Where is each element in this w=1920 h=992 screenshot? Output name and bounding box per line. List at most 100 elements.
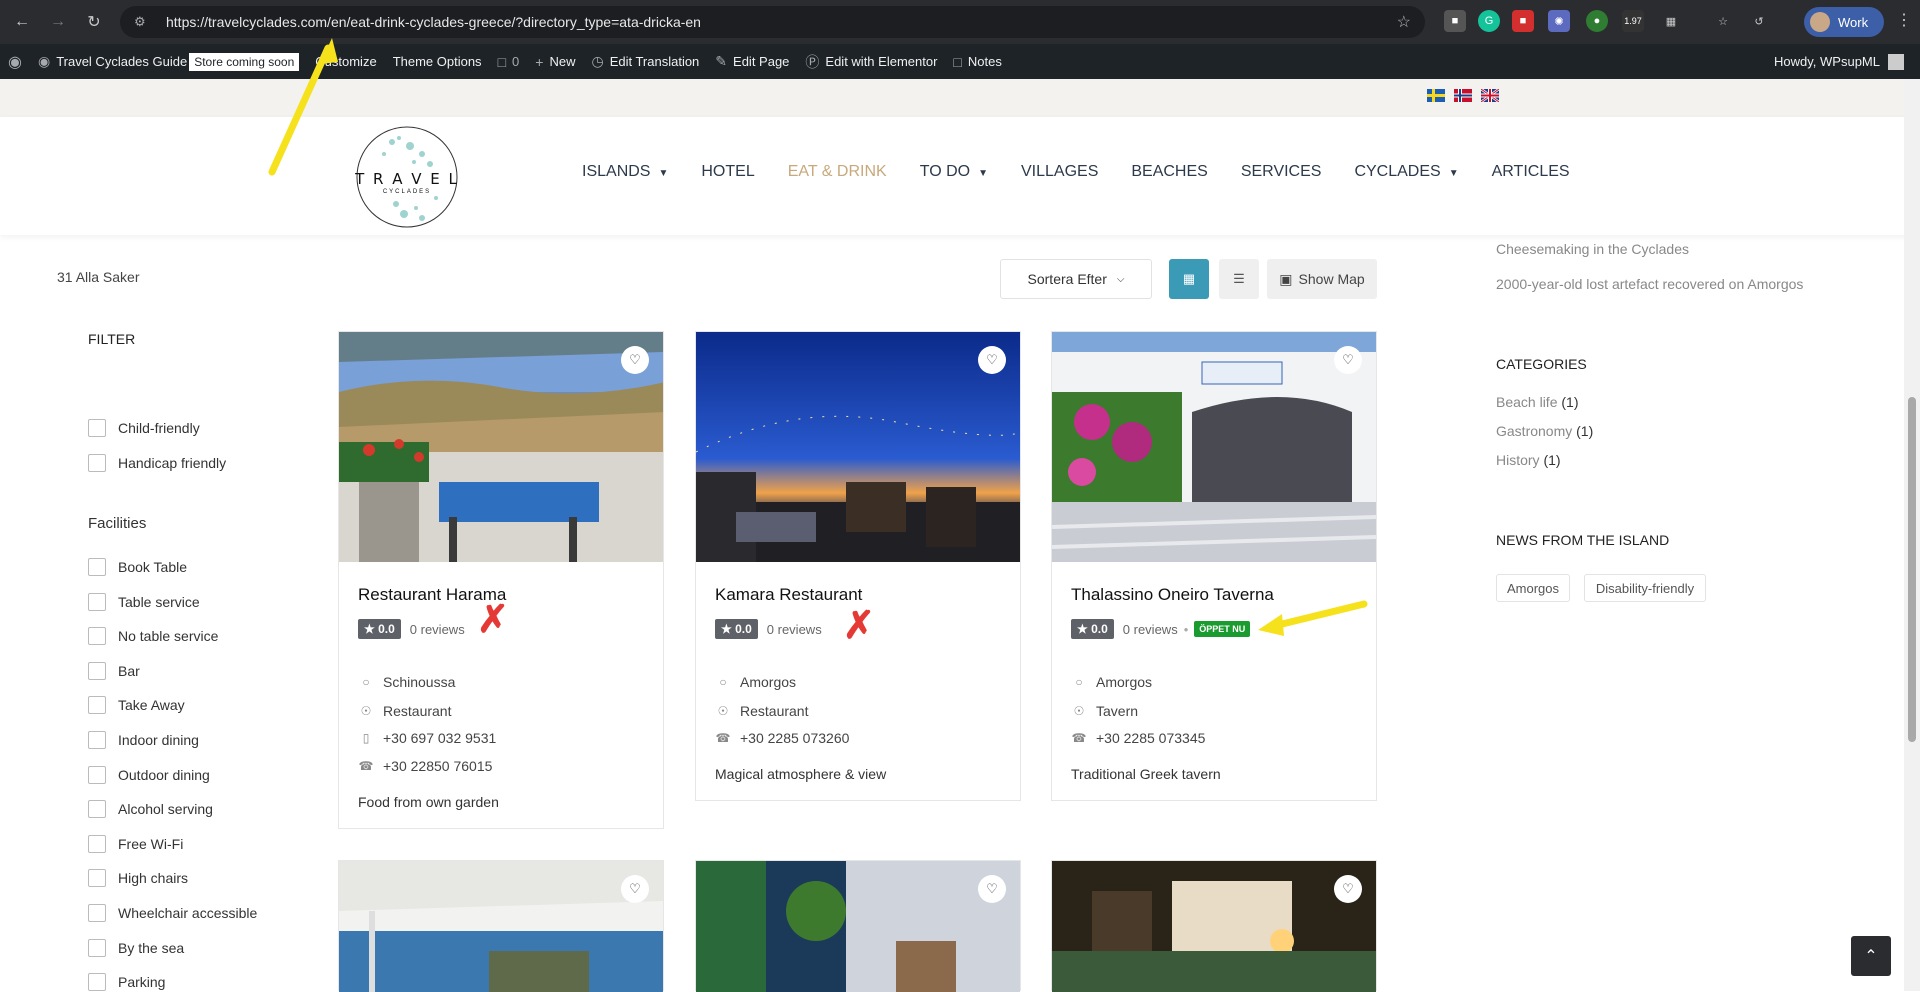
checkbox-box[interactable] (88, 938, 106, 957)
filter-checkbox[interactable]: Book Table (88, 558, 187, 576)
admin-site-name[interactable]: ◉ Travel Cyclades Guide Store coming soon (30, 44, 307, 79)
admin-edit-page[interactable]: ✎ Edit Page (707, 44, 797, 79)
favorite-heart-icon[interactable]: ♡ (1334, 875, 1362, 903)
extension-purple-icon[interactable]: ✺ (1548, 10, 1570, 32)
listing-card[interactable]: ♡ Kamara Restaurant ★ 0.0 0 reviews ○ Amor… (695, 331, 1021, 801)
filter-checkbox[interactable]: Table service (88, 592, 200, 611)
checkbox-box[interactable] (88, 869, 106, 888)
admin-comments[interactable]: □ 0 (490, 44, 528, 79)
profile-button[interactable]: Work (1804, 7, 1884, 37)
recent-post-link[interactable]: 2000-year-old lost artefact recovered on… (1496, 276, 1803, 292)
history-icon[interactable]: ↺ (1748, 10, 1770, 32)
menu-dots-icon[interactable]: ⋮ (1896, 10, 1912, 30)
admin-edit-elementor[interactable]: Ⓟ Edit with Elementor (797, 44, 945, 79)
forward-icon[interactable]: → (44, 8, 72, 36)
back-to-top-button[interactable]: ⌃ (1851, 936, 1891, 976)
extension-icon[interactable]: ■ (1444, 10, 1466, 32)
listing-mobile[interactable]: ▯ +30 697 032 9531 (358, 730, 497, 746)
show-map-button[interactable]: ▣ Show Map (1267, 259, 1377, 299)
listing-title[interactable]: Thalassino Oneiro Taverna (1071, 585, 1274, 605)
checkbox-box[interactable] (88, 592, 106, 611)
filter-checkbox[interactable]: Alcohol serving (88, 800, 213, 819)
filter-checkbox[interactable]: No table service (88, 627, 218, 646)
menu-item-beaches[interactable]: BEACHES (1131, 163, 1207, 181)
favorite-heart-icon[interactable]: ♡ (978, 875, 1006, 903)
admin-edit-translation[interactable]: ◷ Edit Translation (583, 44, 707, 79)
uk-flag-icon[interactable] (1481, 89, 1499, 102)
filter-checkbox[interactable]: Indoor dining (88, 731, 199, 749)
category-link[interactable]: Gastronomy (1) (1496, 423, 1593, 439)
back-icon[interactable]: ← (8, 8, 36, 36)
checkbox-box[interactable] (88, 765, 106, 784)
tag-link[interactable]: Disability-friendly (1584, 574, 1706, 602)
listing-image[interactable]: ♡ (696, 332, 1020, 562)
listing-card[interactable]: ♡ (1051, 860, 1377, 992)
swedish-flag-icon[interactable] (1427, 89, 1445, 102)
recent-post-link[interactable]: Cheesemaking in the Cyclades (1496, 241, 1689, 257)
menu-item-services[interactable]: SERVICES (1241, 163, 1322, 181)
menu-item-eat-drink[interactable]: EAT & DRINK (788, 163, 887, 181)
favorite-heart-icon[interactable]: ♡ (621, 875, 649, 903)
menu-item-articles[interactable]: ARTICLES (1492, 163, 1570, 181)
menu-item-to-do[interactable]: TO DO ▼ (920, 163, 988, 181)
category-link[interactable]: History (1) (1496, 452, 1561, 468)
scrollbar-thumb[interactable] (1908, 397, 1916, 742)
listing-card[interactable]: ♡ (338, 860, 664, 992)
checkbox-box[interactable] (88, 904, 106, 922)
norwegian-flag-icon[interactable] (1454, 89, 1472, 102)
listing-image[interactable]: ♡ (696, 861, 1020, 992)
checkbox-box[interactable] (88, 661, 106, 680)
admin-customize[interactable]: Customize (307, 44, 384, 79)
listing-image[interactable]: ♡ (1052, 332, 1376, 562)
filter-checkbox[interactable]: Child-friendly (88, 419, 200, 437)
wp-logo-icon[interactable]: ◉ (0, 44, 30, 79)
filter-checkbox[interactable]: Outdoor dining (88, 765, 210, 784)
list-view-icon[interactable]: ☰ (1219, 259, 1259, 299)
favorite-heart-icon[interactable]: ♡ (621, 346, 649, 374)
listing-phone[interactable]: ☎ +30 22850 76015 (358, 758, 493, 774)
filter-checkbox[interactable]: Bar (88, 661, 140, 680)
checkbox-box[interactable] (88, 834, 106, 853)
checkbox-box[interactable] (88, 558, 106, 576)
menu-item-islands[interactable]: ISLANDS ▼ (582, 163, 668, 181)
admin-account[interactable]: Howdy, WPsupML (1774, 44, 1904, 79)
extension-speed-icon[interactable]: 1.97 (1622, 10, 1644, 32)
menu-item-cyclades[interactable]: CYCLADES ▼ (1354, 163, 1458, 181)
filter-checkbox[interactable]: Take Away (88, 696, 185, 715)
listing-phone[interactable]: ☎ +30 2285 073260 (715, 730, 850, 746)
listing-title[interactable]: Kamara Restaurant (715, 585, 862, 605)
listing-phone[interactable]: ☎ +30 2285 073345 (1071, 730, 1206, 746)
sort-dropdown[interactable]: Sortera Efter ⌵ (1000, 259, 1152, 299)
menu-item-hotel[interactable]: HOTEL (701, 163, 754, 181)
bookmarks-icon[interactable]: ☆ (1712, 10, 1734, 32)
extension-red-icon[interactable]: ■ (1512, 10, 1534, 32)
filter-checkbox[interactable]: Wheelchair accessible (88, 904, 257, 922)
site-logo[interactable]: T R A V E L CYCLADES (352, 124, 462, 230)
site-info-icon[interactable]: ⚙ (134, 14, 154, 30)
listing-image[interactable]: ♡ (339, 332, 663, 562)
filter-checkbox[interactable]: By the sea (88, 938, 184, 957)
checkbox-box[interactable] (88, 627, 106, 646)
admin-notes[interactable]: □ Notes (945, 44, 1009, 79)
checkbox-box[interactable] (88, 419, 106, 437)
grammarly-icon[interactable]: G (1478, 10, 1500, 32)
reload-icon[interactable]: ↻ (80, 8, 108, 36)
menu-item-villages[interactable]: VILLAGES (1021, 163, 1098, 181)
listing-card[interactable]: ♡ (695, 860, 1021, 992)
tag-link[interactable]: Amorgos (1496, 574, 1570, 602)
checkbox-box[interactable] (88, 800, 106, 819)
puzzle-icon[interactable]: ▦ (1660, 10, 1682, 32)
category-link[interactable]: Beach life (1) (1496, 394, 1579, 410)
admin-theme-options[interactable]: Theme Options (385, 44, 490, 79)
admin-new[interactable]: + New (527, 44, 583, 79)
filter-checkbox[interactable]: Free Wi-Fi (88, 834, 183, 853)
favorite-heart-icon[interactable]: ♡ (1334, 346, 1362, 374)
page-scrollbar[interactable] (1904, 79, 1920, 991)
filter-checkbox[interactable]: Handicap friendly (88, 454, 226, 472)
listing-image[interactable]: ♡ (1052, 861, 1376, 992)
listing-image[interactable]: ♡ (339, 861, 663, 992)
listing-card[interactable]: ♡ Restaurant Harama ★ 0.0 0 reviews ○ Schi… (338, 331, 664, 829)
grid-view-icon[interactable]: ▦ (1169, 259, 1209, 299)
checkbox-box[interactable] (88, 454, 106, 472)
filter-checkbox[interactable]: High chairs (88, 869, 188, 888)
